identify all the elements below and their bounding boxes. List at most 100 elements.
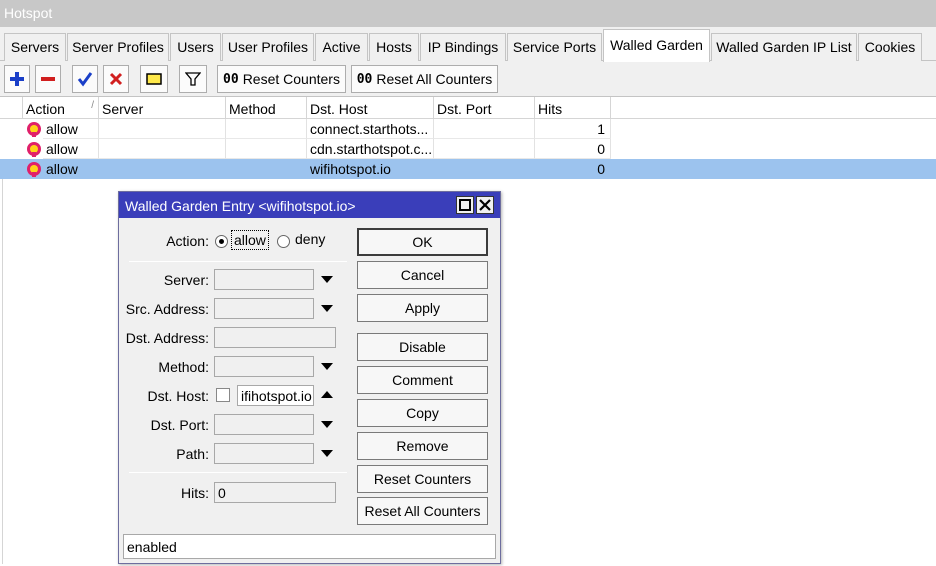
add-icon <box>10 72 24 86</box>
tab-users[interactable]: Users <box>170 33 221 61</box>
tab-walled-garden[interactable]: Walled Garden <box>603 29 710 62</box>
cell-action: allow <box>43 159 99 179</box>
col-hits[interactable]: Hits <box>535 97 611 119</box>
remove-button[interactable] <box>35 65 61 93</box>
remove-icon <box>41 77 55 81</box>
cell-server <box>99 139 226 159</box>
table-row-selected[interactable]: allow wifihotspot.io 0 <box>0 159 936 179</box>
method-select[interactable] <box>214 356 314 377</box>
dropdown-arrow-icon[interactable] <box>321 276 333 283</box>
close-icon <box>479 199 491 211</box>
copy-button[interactable]: Copy <box>357 399 488 427</box>
path-field[interactable] <box>214 443 314 464</box>
cell-dst-port <box>434 119 535 139</box>
apply-button[interactable]: Apply <box>357 294 488 322</box>
action-deny-option[interactable]: deny <box>295 231 325 247</box>
dropdown-arrow-icon[interactable] <box>321 450 333 457</box>
disable-button[interactable] <box>103 65 129 93</box>
action-deny-radio[interactable] <box>277 235 290 248</box>
filter-button[interactable] <box>179 65 207 93</box>
header-spacer <box>0 97 23 119</box>
disable-button[interactable]: Disable <box>357 333 488 361</box>
comment-button[interactable] <box>140 65 168 93</box>
cell-hits: 0 <box>535 139 611 159</box>
tab-server-profiles[interactable]: Server Profiles <box>67 33 169 61</box>
disable-x-icon <box>109 72 123 86</box>
tab-service-ports[interactable]: Service Ports <box>507 33 602 61</box>
dst-host-field[interactable]: ifihotspot.io <box>237 385 314 406</box>
reset-counters-button[interactable]: Reset Counters <box>357 465 488 493</box>
tab-cookies[interactable]: Cookies <box>858 33 922 61</box>
collapse-arrow-icon[interactable] <box>321 391 333 398</box>
separator <box>129 472 347 473</box>
col-server[interactable]: Server <box>99 97 226 119</box>
enable-check-icon <box>77 72 93 87</box>
cell-dst-port <box>434 159 535 179</box>
hotspot-allow-icon <box>27 162 41 177</box>
add-button[interactable] <box>4 65 30 93</box>
action-allow-option[interactable]: allow <box>231 230 269 250</box>
tab-servers[interactable]: Servers <box>4 33 66 61</box>
enable-button[interactable] <box>72 65 98 93</box>
cell-action: allow <box>43 139 99 159</box>
path-label: Path: <box>176 446 209 462</box>
window-title: Hotspot <box>0 0 936 27</box>
sort-icon: / <box>91 100 94 111</box>
ok-button[interactable]: OK <box>357 228 488 256</box>
dropdown-arrow-icon[interactable] <box>321 363 333 370</box>
walled-garden-entry-dialog: Walled Garden Entry <wifihotspot.io> Act… <box>118 191 501 564</box>
table-row[interactable]: allow connect.starthots... 1 <box>0 119 936 139</box>
src-address-label: Src. Address: <box>125 301 209 317</box>
cell-hits: 1 <box>535 119 611 139</box>
cell-server <box>99 159 226 179</box>
dropdown-arrow-icon[interactable] <box>321 421 333 428</box>
tab-active[interactable]: Active <box>315 33 368 61</box>
comment-icon <box>146 73 162 85</box>
table-row[interactable]: allow cdn.starthotspot.c... 0 <box>0 139 936 159</box>
tab-hosts[interactable]: Hosts <box>369 33 419 61</box>
cancel-button[interactable]: Cancel <box>357 261 488 289</box>
hits-field: 0 <box>214 482 336 503</box>
server-label: Server: <box>163 272 209 288</box>
reset-all-counters-label: Reset All Counters <box>376 71 493 87</box>
remove-button[interactable]: Remove <box>357 432 488 460</box>
maximize-icon <box>459 199 471 211</box>
col-dst-port[interactable]: Dst. Port <box>434 97 535 119</box>
dst-address-field[interactable] <box>214 327 336 348</box>
reset-all-counters-button[interactable]: Reset All Counters <box>357 497 488 525</box>
maximize-button[interactable] <box>456 196 474 214</box>
dialog-title: Walled Garden Entry <wifihotspot.io> <box>119 192 500 218</box>
hotspot-allow-icon <box>27 142 41 157</box>
separator <box>129 261 347 262</box>
hits-label: Hits: <box>181 485 209 501</box>
cell-method <box>226 119 307 139</box>
counter-icon: 00 <box>356 71 373 87</box>
table-left-border <box>2 179 3 564</box>
counter-icon: 00 <box>223 71 239 87</box>
close-button[interactable] <box>476 196 494 214</box>
action-allow-radio[interactable] <box>215 235 228 248</box>
reset-counters-label: Reset Counters <box>242 71 340 87</box>
tab-user-profiles[interactable]: User Profiles <box>222 33 314 61</box>
src-address-field[interactable] <box>214 298 314 319</box>
status-bar: enabled <box>123 534 496 559</box>
col-method[interactable]: Method <box>226 97 307 119</box>
hotspot-allow-icon <box>27 122 41 137</box>
tab-ip-bindings[interactable]: IP Bindings <box>420 33 506 61</box>
tab-walled-garden-ip-list[interactable]: Walled Garden IP List <box>711 33 857 61</box>
dropdown-arrow-icon[interactable] <box>321 305 333 312</box>
col-dst-host[interactable]: Dst. Host <box>307 97 434 119</box>
dst-port-field[interactable] <box>214 414 314 435</box>
dst-port-label: Dst. Port: <box>150 417 209 433</box>
cell-hits: 0 <box>535 159 611 179</box>
comment-button[interactable]: Comment <box>357 366 488 394</box>
cell-dst-host: wifihotspot.io <box>307 159 434 179</box>
dst-address-label: Dst. Address: <box>125 330 209 346</box>
table-header: Action / Server Method Dst. Host Dst. Po… <box>0 97 936 119</box>
server-select[interactable] <box>214 269 314 290</box>
reset-counters-button[interactable]: 00 Reset Counters <box>217 65 346 93</box>
dst-host-negate-checkbox[interactable] <box>216 388 230 402</box>
col-action[interactable]: Action / <box>23 97 99 119</box>
cell-server <box>99 119 226 139</box>
reset-all-counters-button[interactable]: 00 Reset All Counters <box>351 65 498 93</box>
